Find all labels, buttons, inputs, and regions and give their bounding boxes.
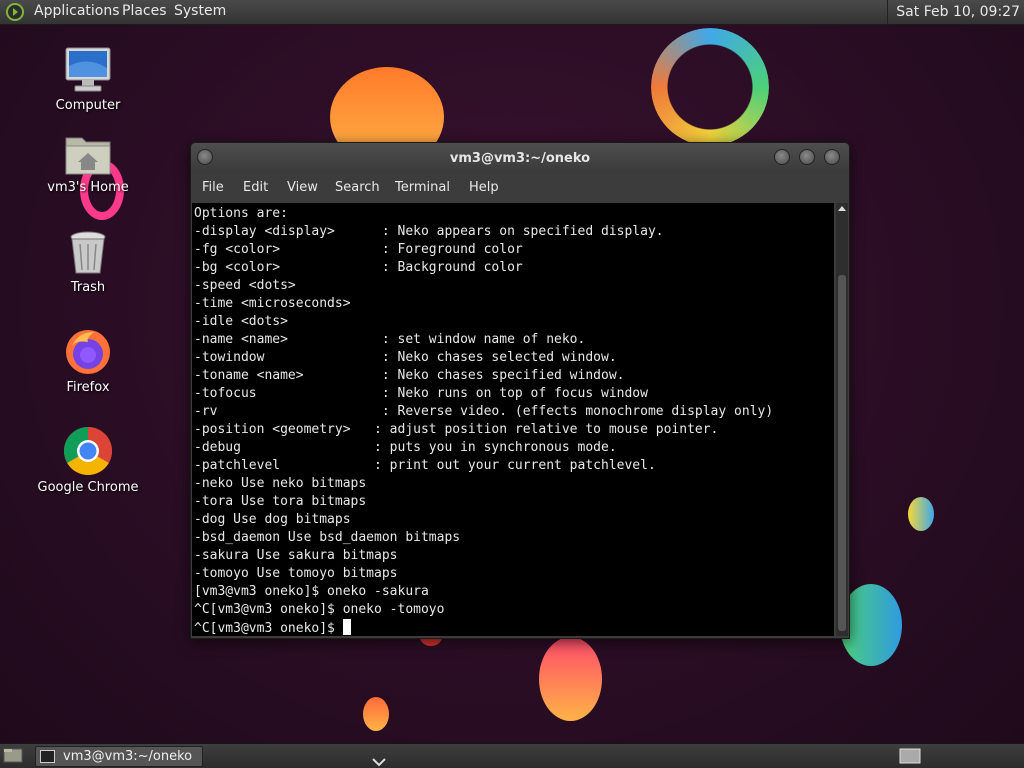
desktop-icon-trash[interactable]: Trash [33,226,143,295]
terminal-line: -debug : puts you in synchronous mode. [194,440,617,455]
desktop-icon-computer[interactable]: Computer [33,44,143,113]
top-panel: Applications Places System Sat Feb 10, 0… [0,0,1024,25]
terminal-line: -tomoyo Use tomoyo bitmaps [194,566,398,581]
bottom-panel: vm3@vm3:~/oneko [0,743,1024,768]
terminal-line: -toname <name> : Neko chases specified w… [194,368,625,383]
taskbar-window-button[interactable]: vm3@vm3:~/oneko [35,746,203,767]
terminal-output[interactable]: Options are: -display <display> : Neko ap… [192,203,834,636]
window-titlebar[interactable]: vm3@vm3:~/oneko [191,143,849,173]
desktop-icon-label: Google Chrome [37,480,139,495]
terminal-line: -bsd_daemon Use bsd_daemon bitmaps [194,530,461,545]
desktop-icon-chrome[interactable]: Google Chrome [33,426,143,495]
wallpaper-orb-small [908,497,934,531]
scrollbar-thumb[interactable] [838,275,846,631]
terminal-line: -fg <color> : Foreground color [194,242,523,257]
terminal-icon [40,750,55,763]
wallpaper-ring [651,28,769,146]
computer-icon [65,47,111,92]
desktop-icon-label: Firefox [66,380,110,395]
terminal-line: ^C[vm3@vm3 oneko]$ oneko -tomoyo [194,602,445,617]
minimize-icon[interactable] [774,149,790,165]
close-icon[interactable] [824,149,840,165]
terminal-line: -tora Use tora bitmaps [194,494,367,509]
home-folder-icon [65,137,111,175]
desktop-icon-label: Trash [70,280,106,295]
menu-help[interactable]: Help [469,180,499,195]
terminal-line: -sakura Use sakura bitmaps [194,548,398,563]
terminal-line: -bg <color> : Background color [194,260,523,275]
terminal-line: Options are: [194,206,288,221]
scrollbar[interactable] [836,203,848,636]
window-title: vm3@vm3:~/oneko [449,151,591,166]
terminal-line: -towindow : Neko chases selected window. [194,350,617,365]
menu-terminal[interactable]: Terminal [395,180,450,195]
menu-view[interactable]: View [287,180,318,195]
terminal-window: vm3@vm3:~/oneko File Edit View Search Te… [190,142,850,639]
scroll-up-icon[interactable] [838,206,846,211]
menu-edit[interactable]: Edit [243,180,268,195]
desktop-icon-label: Computer [55,98,121,113]
places-menu[interactable]: Places [122,3,167,19]
terminal-prompt: ^C[vm3@vm3 oneko]$ [194,621,343,636]
trash-icon [70,231,106,274]
terminal-line: -patchlevel : print out your current pat… [194,458,656,473]
firefox-icon [66,330,110,374]
terminal-line: -idle <dots> [194,314,288,329]
terminal-line: -position <geometry> : adjust position r… [194,422,719,437]
menubar: File Edit View Search Terminal Help [191,173,849,201]
chrome-icon [63,427,113,476]
terminal-line: -neko Use neko bitmaps [194,476,367,491]
desktop-icon-label: vm3's Home [47,180,129,195]
menu-search[interactable]: Search [335,180,380,195]
menu-file[interactable]: File [202,180,224,195]
applications-menu[interactable]: Applications [34,3,120,19]
terminal-line: -time <microseconds> [194,296,351,311]
terminal-line: -speed <dots> [194,278,296,293]
taskbar-window-label: vm3@vm3:~/oneko [63,749,193,764]
terminal-line: -rv : Reverse video. (effects monochrome… [194,404,774,419]
show-desktop-icon[interactable] [3,747,23,764]
wallpaper-orb-tiny [363,697,389,731]
workspace-switcher-icon[interactable] [899,748,921,764]
terminal-line: -tofocus : Neko runs on top of focus win… [194,386,648,401]
desktop-icon-firefox[interactable]: Firefox [33,326,143,395]
terminal-line: -display <display> : Neko appears on spe… [194,224,664,239]
terminal-line: [vm3@vm3 oneko]$ oneko -sakura [194,584,429,599]
terminal-cursor [342,619,351,635]
system-menu[interactable]: System [174,3,226,19]
terminal-line: -name <name> : set window name of neko. [194,332,586,347]
terminal-line: -dog Use dog bitmaps [194,512,351,527]
chevron-down-icon [372,758,386,767]
maximize-icon[interactable] [799,149,815,165]
distro-logo-icon[interactable] [6,3,24,21]
wallpaper-orb-pink [539,637,602,721]
desktop-icon-home[interactable]: vm3's Home [33,126,143,195]
terminal-prompt-line: ^C[vm3@vm3 oneko]$ [194,619,834,636]
clock[interactable]: Sat Feb 10, 09:27 [887,0,1024,24]
